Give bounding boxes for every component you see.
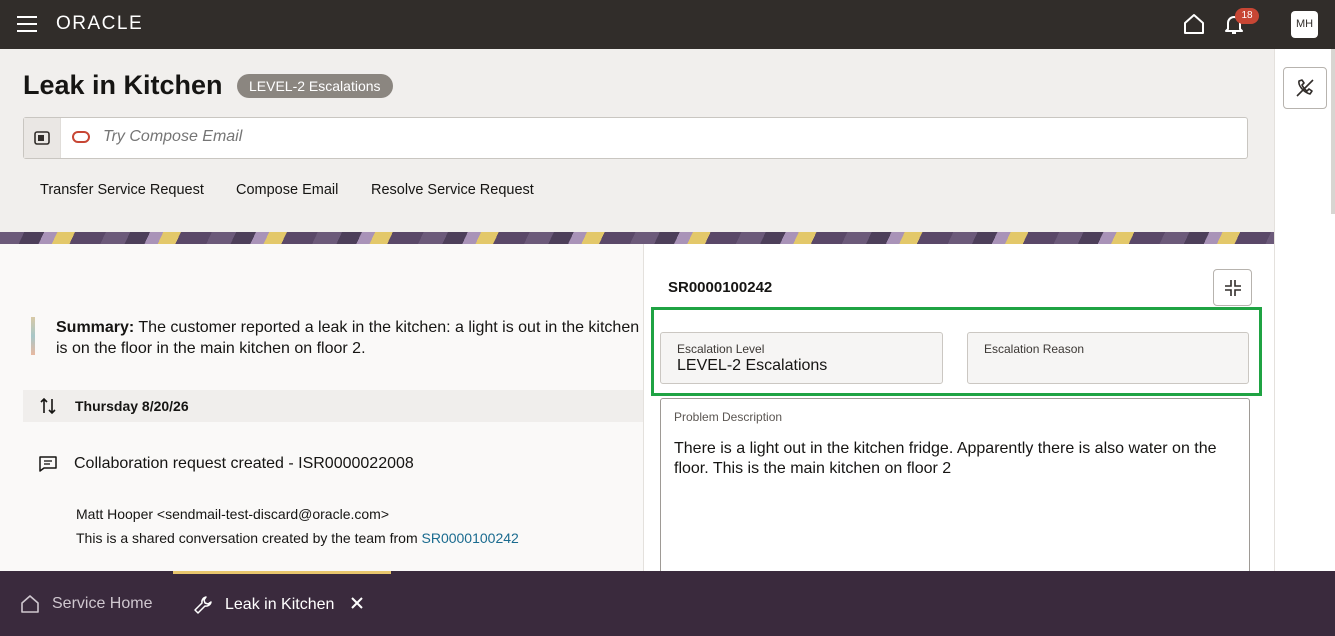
sr-number: SR0000100242 bbox=[668, 279, 773, 296]
collapse-button[interactable] bbox=[1213, 269, 1252, 306]
phone-off-button[interactable] bbox=[1283, 67, 1327, 109]
resolve-service-request-button[interactable]: Resolve Service Request bbox=[371, 182, 534, 198]
escalation-level-field[interactable]: Escalation Level LEVEL-2 Escalations bbox=[660, 332, 943, 384]
tab-service-home-label: Service Home bbox=[52, 594, 153, 612]
top-bar: ORACLE 18 MH bbox=[0, 0, 1335, 49]
activity-feed: Summary: The customer reported a leak in… bbox=[0, 244, 643, 571]
summary-text: Summary: The customer reported a leak in… bbox=[56, 317, 643, 359]
compose-email-button[interactable]: Compose Email bbox=[236, 182, 338, 198]
right-rail bbox=[1274, 49, 1335, 571]
compose-mode-toggle[interactable] bbox=[24, 118, 61, 158]
sort-icon[interactable] bbox=[39, 397, 57, 415]
oracle-logo: ORACLE bbox=[56, 13, 144, 34]
collapse-icon bbox=[1224, 279, 1241, 296]
notification-count-badge: 18 bbox=[1235, 8, 1259, 24]
conversation-line: This is a shared conversation created by… bbox=[76, 530, 519, 546]
hamburger-menu-icon[interactable] bbox=[17, 16, 37, 32]
transfer-service-request-button[interactable]: Transfer Service Request bbox=[40, 182, 204, 198]
decorative-banner bbox=[0, 232, 1274, 244]
escalation-level-value: LEVEL-2 Escalations bbox=[677, 357, 828, 374]
phone-disabled-icon bbox=[1296, 79, 1314, 97]
compose-bar[interactable] bbox=[23, 117, 1248, 159]
problem-description-text: There is a light out in the kitchen frid… bbox=[674, 440, 1217, 477]
problem-description-label: Problem Description bbox=[674, 410, 783, 424]
sr-link[interactable]: SR0000100242 bbox=[422, 530, 519, 546]
message-icon bbox=[39, 456, 57, 472]
tab-service-home[interactable]: Service Home bbox=[20, 571, 152, 636]
page-title: Leak in Kitchen bbox=[23, 70, 223, 100]
close-tab-icon[interactable] bbox=[350, 596, 364, 610]
sr-detail-panel: SR0000100242 Escalation Level LEVEL-2 Es… bbox=[643, 244, 1274, 571]
user-avatar[interactable]: MH bbox=[1291, 11, 1318, 38]
home-icon[interactable] bbox=[1182, 12, 1206, 36]
summary-line-1: The customer reported a leak in the kitc… bbox=[134, 319, 640, 336]
escalation-badge: LEVEL-2 Escalations bbox=[237, 74, 393, 98]
escalation-reason-field[interactable]: Escalation Reason bbox=[967, 332, 1249, 384]
sender-line: Matt Hooper <sendmail-test-discard@oracl… bbox=[76, 506, 390, 522]
summary-label: Summary: bbox=[56, 319, 135, 336]
collaboration-entry-title[interactable]: Collaboration request created - ISR00000… bbox=[74, 455, 414, 473]
home-icon bbox=[21, 594, 39, 613]
compose-input[interactable] bbox=[103, 128, 1203, 146]
summary-line-2: is on the floor in the main kitchen on f… bbox=[56, 340, 366, 357]
oracle-ai-icon bbox=[72, 131, 90, 143]
summary-accent-bar bbox=[31, 317, 35, 355]
date-header: Thursday 8/20/26 bbox=[23, 390, 643, 422]
date-label: Thursday 8/20/26 bbox=[75, 398, 189, 414]
wrench-icon bbox=[194, 596, 212, 614]
rail-scrollbar[interactable] bbox=[1331, 49, 1335, 214]
problem-description-field[interactable]: Problem Description There is a light out… bbox=[660, 398, 1250, 571]
bottom-tab-bar: Service Home Leak in Kitchen bbox=[0, 571, 1335, 636]
escalation-reason-label: Escalation Reason bbox=[984, 342, 1085, 356]
escalation-level-label: Escalation Level bbox=[677, 342, 765, 356]
panel-toggle-icon bbox=[34, 131, 50, 145]
tab-leak-in-kitchen-label: Leak in Kitchen bbox=[225, 596, 335, 613]
conversation-text: This is a shared conversation created by… bbox=[76, 530, 422, 546]
